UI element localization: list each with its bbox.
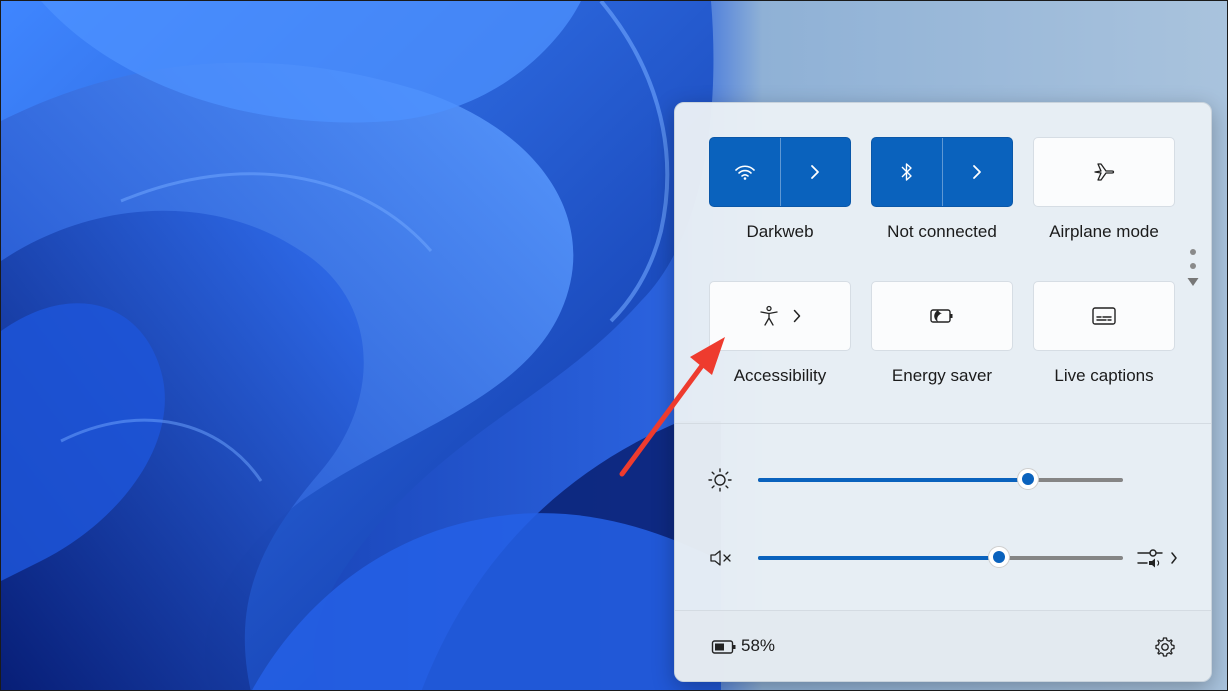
gear-icon[interactable] (1154, 636, 1176, 658)
wifi-icon (734, 163, 756, 181)
captions-icon (1091, 306, 1117, 326)
accessibility-tile-label: Accessibility (733, 366, 827, 385)
wifi-tile-label: Darkweb (746, 222, 814, 241)
bluetooth-icon (900, 162, 914, 182)
energy-saver-tile-label: Energy saver (891, 366, 993, 385)
wifi-expand-button[interactable] (780, 138, 850, 206)
page-dot[interactable] (1190, 263, 1196, 269)
footer-divider (675, 610, 1211, 611)
volume-slider-fill (758, 556, 999, 560)
energy-saver-icon (929, 307, 955, 325)
battery-percentage[interactable]: 58% (741, 636, 775, 656)
brightness-icon (707, 467, 733, 493)
wifi-tile-group: Darkweb (709, 137, 851, 242)
section-divider (675, 423, 1211, 424)
volume-slider-thumb[interactable] (987, 546, 1010, 568)
bluetooth-tile-group: Not connected (871, 137, 1013, 242)
bluetooth-tile[interactable] (871, 137, 1013, 207)
live-captions-tile-group: Live captions (1033, 281, 1175, 386)
airplane-tile-group: Airplane mode (1033, 137, 1175, 242)
airplane-mode-tile[interactable] (1033, 137, 1175, 207)
volume-muted-icon[interactable] (709, 548, 735, 568)
airplane-icon (1092, 161, 1116, 183)
screenshot-frame: Darkweb Not connected Airplane mode Acce… (0, 0, 1228, 691)
live-captions-tile-label: Live captions (1054, 366, 1154, 385)
battery-icon[interactable] (711, 639, 737, 655)
volume-slider[interactable] (758, 546, 1123, 568)
bluetooth-toggle[interactable] (872, 138, 942, 206)
quick-settings-panel: Darkweb Not connected Airplane mode Acce… (674, 102, 1212, 682)
airplane-tile-label: Airplane mode (1049, 222, 1159, 241)
live-captions-tile[interactable] (1033, 281, 1175, 351)
wifi-toggle[interactable] (710, 138, 780, 206)
quick-settings-footer: 58% (675, 610, 1211, 681)
brightness-slider-thumb[interactable] (1017, 468, 1040, 490)
accessibility-tile-group: Accessibility (709, 281, 851, 386)
caret-down-icon[interactable] (1187, 277, 1199, 287)
brightness-slider-fill (758, 478, 1029, 482)
wifi-tile[interactable] (709, 137, 851, 207)
accessibility-tile[interactable] (709, 281, 851, 351)
bluetooth-tile-label: Not connected (887, 222, 997, 241)
chevron-right-icon (972, 164, 982, 180)
accessibility-icon (759, 305, 779, 327)
tile-divider (942, 138, 943, 206)
brightness-row (705, 464, 1185, 494)
chevron-right-icon (793, 309, 801, 323)
tile-divider (780, 138, 781, 206)
bluetooth-expand-button[interactable] (942, 138, 1012, 206)
energy-saver-tile[interactable] (871, 281, 1013, 351)
page-indicator (1187, 249, 1199, 287)
quick-settings-tiles: Darkweb Not connected Airplane mode Acce… (709, 137, 1179, 437)
energy-saver-tile-group: Energy saver (871, 281, 1013, 386)
audio-output-icon[interactable] (1136, 545, 1180, 571)
brightness-slider[interactable] (758, 468, 1123, 490)
volume-row (705, 542, 1185, 572)
chevron-right-icon (810, 164, 820, 180)
page-dot[interactable] (1190, 249, 1196, 255)
